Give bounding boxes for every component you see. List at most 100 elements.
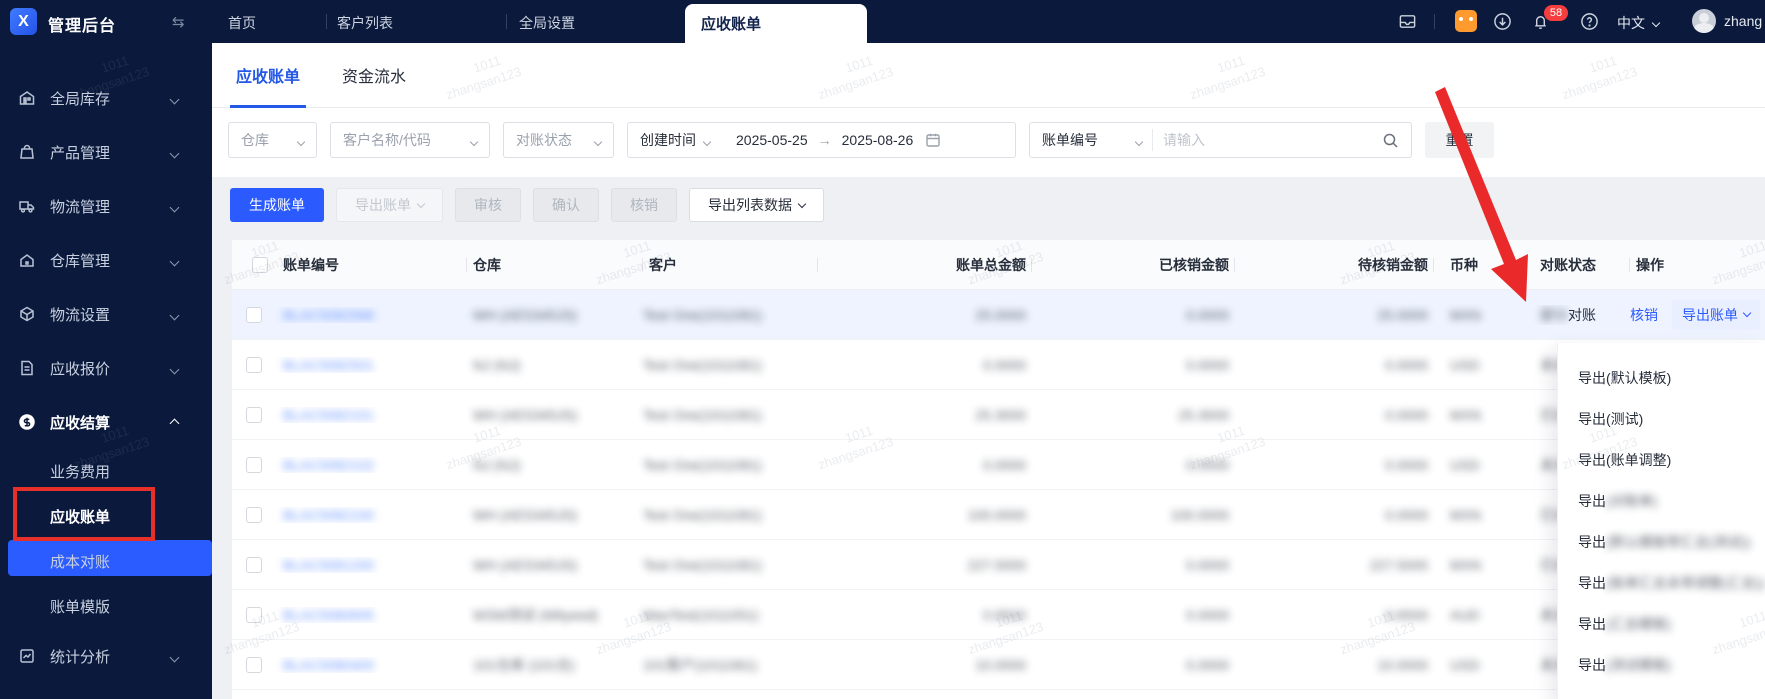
generate-bill-button[interactable]: 生成账单 — [230, 188, 324, 222]
bill-number-link[interactable]: BLAC5082101 — [283, 407, 374, 423]
confirm-button[interactable]: 确认 — [533, 188, 599, 222]
cell-pending: 25.0000 — [1377, 306, 1428, 323]
table-row: BLAC5082501 NJ (NJ) Test One(1011081) 0.… — [232, 340, 1765, 390]
username-label: zhang — [1724, 13, 1763, 29]
export-bill-button[interactable]: 导出账单 — [336, 188, 443, 222]
warehouse-icon — [18, 89, 36, 107]
menu-item-export-7[interactable]: 导出 (汇总模板) — [1558, 603, 1765, 644]
cell-pending: 227.5000 — [1369, 556, 1428, 573]
sidebar-subitem-cost-reconciliation[interactable]: 成本对账 — [0, 539, 212, 584]
col-pending-amount: 待核销金额 — [1234, 255, 1434, 275]
row-checkbox[interactable] — [246, 457, 262, 474]
bill-number-link[interactable]: BLAC5081200 — [283, 557, 374, 573]
cell-total: 0.6500 — [983, 606, 1026, 623]
mail-icon[interactable] — [1398, 12, 1417, 31]
sidebar-item-product-management[interactable]: 产品管理 — [0, 125, 212, 179]
menu-item-export-6[interactable]: 导出 (账单汇总未带调整(汇总)) — [1558, 562, 1765, 603]
nav-global-settings[interactable]: 全局设置 — [519, 13, 575, 33]
nav-home[interactable]: 首页 — [228, 13, 256, 33]
filter-bar: 仓库 客户名称/代码 对账状态 创建时间 2025-05-25 → 2025-0… — [212, 122, 1765, 158]
user-avatar[interactable] — [1692, 9, 1716, 33]
export-list-button[interactable]: 导出列表数据 — [689, 188, 824, 222]
customer-filter-select[interactable]: 客户名称/代码 — [330, 122, 490, 158]
cell-customer: MaoTest(1011051) — [643, 606, 759, 623]
cell-warehouse: WH (AES345JS) — [473, 556, 578, 573]
cell-total: 10.0000 — [975, 656, 1026, 673]
bill-number-link[interactable]: BLAC5082102 — [283, 457, 374, 473]
calendar-icon[interactable] — [925, 132, 941, 148]
cell-currency: MXN — [1450, 406, 1482, 423]
reset-button[interactable]: 重置 — [1425, 122, 1494, 158]
topbar: X 管理后台 ⇆ 首页 客户列表 全局设置 应收账单 58 中文 zhang — [0, 0, 1765, 43]
sidebar-subitem-bill-template[interactable]: 账单模版 — [0, 584, 212, 629]
nav-customer-list[interactable]: 客户列表 — [337, 13, 393, 33]
sidebar-item-global-inventory[interactable]: 全局库存 — [0, 71, 212, 125]
tab-receivable-bill[interactable]: 应收账单 — [226, 43, 310, 108]
sidebar-item-receivable-settlement[interactable]: 应收结算 — [0, 395, 212, 449]
date-start-value[interactable]: 2025-05-25 — [736, 132, 808, 148]
bill-number-link[interactable]: BLAC5080605 — [283, 607, 374, 623]
bill-number-link[interactable]: BLAC5082501 — [283, 357, 374, 373]
sidebar-item-logistics-management[interactable]: 物流管理 — [0, 179, 212, 233]
cell-total: 0.0000 — [983, 356, 1026, 373]
robot-assistant-icon[interactable] — [1455, 10, 1477, 32]
search-input[interactable] — [1163, 132, 1382, 148]
cell-status: 部分对账 — [1540, 306, 1596, 323]
sidebar-item-logistics-settings[interactable]: 物流设置 — [0, 287, 212, 341]
date-range-filter[interactable]: 创建时间 2025-05-25 → 2025-08-26 — [627, 122, 1016, 158]
cell-warehouse: WSM测试 (Wliyeed) — [473, 606, 599, 623]
row-checkbox[interactable] — [246, 307, 262, 324]
audit-button[interactable]: 审核 — [455, 188, 521, 222]
cell-settled: 0.0000 — [1186, 356, 1229, 373]
page-header: 应收账单 资金流水 仓库 客户名称/代码 对账状态 创建时间 2025-05-2… — [212, 43, 1765, 177]
toolbar: 生成账单 导出账单 审核 确认 核销 导出列表数据 — [212, 188, 824, 222]
cell-warehouse: WH (AES345JS) — [473, 306, 578, 323]
menu-item-export-default-template[interactable]: 导出(默认模板) — [1558, 357, 1765, 398]
bill-number-link[interactable]: BLAC5080400 — [283, 657, 374, 673]
help-icon[interactable] — [1580, 12, 1599, 31]
row-checkbox[interactable] — [246, 507, 262, 524]
row-checkbox[interactable] — [246, 557, 262, 574]
row-write-off-link[interactable]: 核销 — [1630, 307, 1658, 323]
bill-number-link[interactable]: BLAC5082100 — [283, 507, 374, 523]
sidebar-item-warehouse-management[interactable]: 仓库管理 — [0, 233, 212, 287]
menu-item-export-4[interactable]: 导出 (对账单) — [1558, 480, 1765, 521]
menu-item-export-test[interactable]: 导出(测试) — [1558, 398, 1765, 439]
cell-customer: Test One(1011081) — [643, 556, 762, 573]
col-reconcile-status: 对账状态 — [1519, 255, 1630, 275]
app-title: 管理后台 — [48, 18, 117, 35]
row-checkbox[interactable] — [246, 607, 262, 624]
bill-number-select[interactable]: 账单编号 — [1042, 130, 1098, 150]
cell-pending: 10.0000 — [1377, 656, 1428, 673]
warehouse-filter-select[interactable]: 仓库 — [228, 122, 317, 158]
download-icon[interactable] — [1493, 12, 1512, 31]
truck-icon — [18, 197, 36, 215]
table-row: BLAC5082100 WH (AES345JS) Test One(10110… — [232, 490, 1765, 540]
tab-fund-flow[interactable]: 资金流水 — [332, 43, 416, 108]
tab-receivable-bill-active[interactable]: 应收账单 — [685, 4, 867, 43]
table-row: BLAC5080400 101仓库 (101仓) 101客户(1011061) … — [232, 640, 1765, 690]
write-off-button[interactable]: 核销 — [611, 188, 677, 222]
row-checkbox[interactable] — [246, 657, 262, 674]
language-switcher[interactable]: 中文 — [1617, 13, 1661, 33]
row-export-bill-dropdown[interactable]: 导出账单 — [1672, 299, 1760, 330]
col-warehouse: 仓库 — [466, 255, 643, 275]
sidebar-subitem-receivable-bill[interactable]: 应收账单 — [0, 494, 212, 539]
cell-total: 0.0000 — [983, 456, 1026, 473]
sidebar-collapse-icon[interactable]: ⇆ — [172, 13, 185, 31]
sidebar-item-receivable-quote[interactable]: 应收报价 — [0, 341, 212, 395]
row-checkbox[interactable] — [246, 407, 262, 424]
reconcile-status-filter-select[interactable]: 对账状态 — [503, 122, 614, 158]
select-all-checkbox[interactable] — [252, 257, 268, 274]
date-end-value[interactable]: 2025-08-26 — [842, 132, 914, 148]
cell-settled: 25.3000 — [1178, 406, 1229, 423]
menu-item-export-5[interactable]: 导出 (默认模板带汇总(测试)) — [1558, 521, 1765, 562]
search-icon[interactable] — [1382, 132, 1399, 149]
menu-item-export-bill-adjustment[interactable]: 导出(账单调整) — [1558, 439, 1765, 480]
menu-item-export-8[interactable]: 导出 (测试模板) — [1558, 644, 1765, 685]
bill-number-link[interactable]: BLAC5082568 — [283, 307, 374, 323]
row-checkbox[interactable] — [246, 357, 262, 374]
cell-settled: 0.0000 — [1186, 606, 1229, 623]
sidebar-item-statistics[interactable]: 统计分析 — [0, 629, 212, 683]
sidebar-subitem-business-fees[interactable]: 业务费用 — [0, 449, 212, 494]
